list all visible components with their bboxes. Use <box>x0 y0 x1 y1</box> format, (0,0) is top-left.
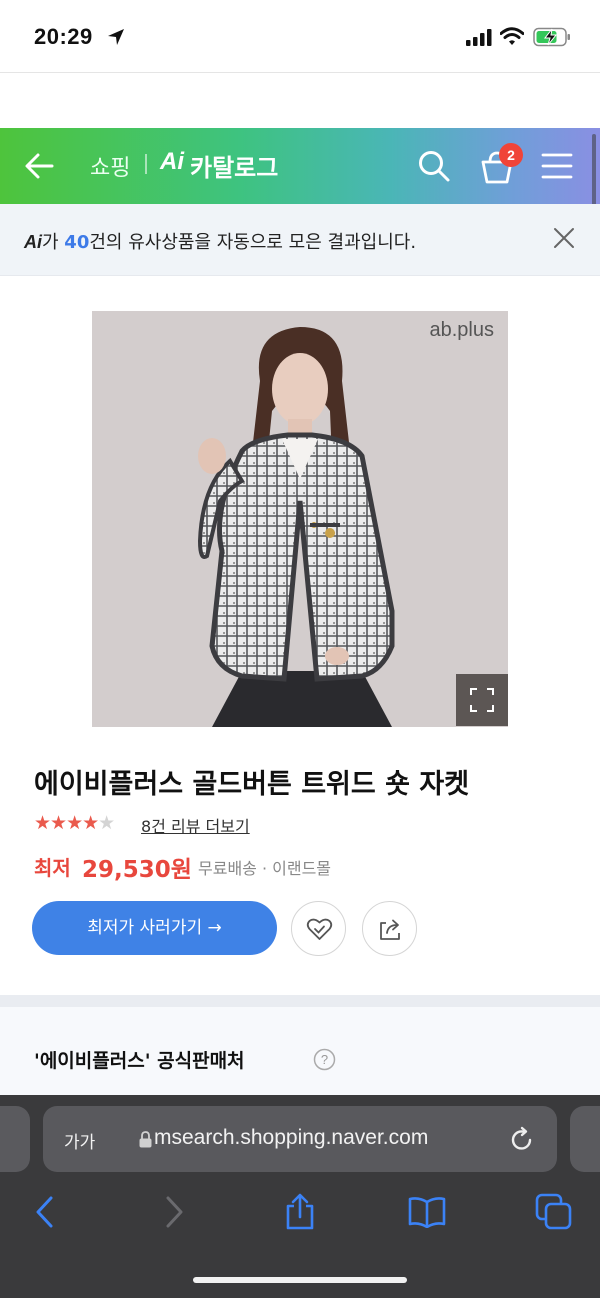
bookmarks-icon[interactable] <box>407 1196 447 1228</box>
back-arrow-icon[interactable] <box>22 148 58 184</box>
location-arrow-icon <box>108 29 124 45</box>
ai-notice-suffix: 건의 유사상품을 자동으로 모은 결과입니다. <box>89 232 417 253</box>
ai-notice-banner: Ai가 40건의 유사상품을 자동으로 모은 결과입니다. <box>0 204 600 276</box>
stars-empty: ★ <box>98 812 115 834</box>
product-photo <box>92 311 508 727</box>
help-icon[interactable]: ? <box>313 1048 336 1071</box>
home-indicator <box>193 1277 407 1283</box>
battery-charging-icon <box>533 27 570 47</box>
header-separator <box>145 154 147 174</box>
heart-check-icon <box>306 918 333 940</box>
svg-text:?: ? <box>321 1052 328 1067</box>
share-icon <box>380 919 400 940</box>
buy-lowest-price-button[interactable]: 최저가 사러가기 → <box>32 901 277 955</box>
shopping-link[interactable]: 쇼핑 <box>90 150 130 182</box>
price-label: 최저 <box>34 856 71 880</box>
product-image[interactable]: ab.plus <box>92 311 508 727</box>
tabs-icon[interactable] <box>535 1193 573 1231</box>
status-time: 20:29 <box>34 24 93 49</box>
section-divider <box>0 995 600 1007</box>
previous-tab-preview[interactable] <box>0 1106 30 1172</box>
status-bar: 20:29 <box>0 0 600 72</box>
catalog-title[interactable]: 카탈로그 <box>190 148 278 183</box>
next-tab-preview[interactable] <box>570 1106 600 1172</box>
ai-logo[interactable]: Ai <box>160 148 184 176</box>
product-title: 에이비플러스 골드버튼 트위드 숏 자켓 <box>34 769 470 800</box>
stars-filled: ★★★★ <box>34 812 99 834</box>
search-icon[interactable] <box>417 149 451 183</box>
reload-icon[interactable] <box>509 1126 535 1154</box>
expand-image-button[interactable] <box>456 674 508 726</box>
cellular-signal-icon <box>466 29 492 46</box>
shipping-info: 무료배송 · 이랜드몰 <box>198 859 332 878</box>
ai-notice-count: 40 <box>64 232 90 253</box>
review-link[interactable]: 8건 리뷰 더보기 <box>141 813 250 837</box>
blank-area <box>0 73 600 128</box>
text-size-button[interactable]: 가가 <box>64 1128 95 1153</box>
cart-count-badge: 2 <box>499 143 523 167</box>
safari-back-icon[interactable] <box>33 1195 55 1229</box>
safari-forward-icon[interactable] <box>164 1195 186 1229</box>
hamburger-menu-icon[interactable] <box>541 152 573 180</box>
lock-icon <box>139 1131 152 1148</box>
seller-title: '에이비플러스' 공식판매처 <box>34 1050 245 1072</box>
rating-stars: ★★★★★ <box>34 812 115 834</box>
wishlist-button[interactable] <box>291 901 346 956</box>
ai-notice-ai: Ai <box>24 232 42 252</box>
brand-watermark: ab.plus <box>429 319 495 341</box>
ai-notice-prefix: 가 <box>42 232 65 253</box>
share-button[interactable] <box>362 901 417 956</box>
close-icon[interactable] <box>553 227 575 249</box>
ai-notice-text: Ai가 40건의 유사상품을 자동으로 모은 결과입니다. <box>24 228 416 254</box>
price-value: 29,530원 <box>82 857 192 883</box>
expand-icon <box>470 688 494 712</box>
wifi-icon <box>500 27 524 45</box>
safari-share-icon[interactable] <box>284 1193 316 1231</box>
url-text[interactable]: msearch.shopping.naver.com <box>154 1126 428 1150</box>
